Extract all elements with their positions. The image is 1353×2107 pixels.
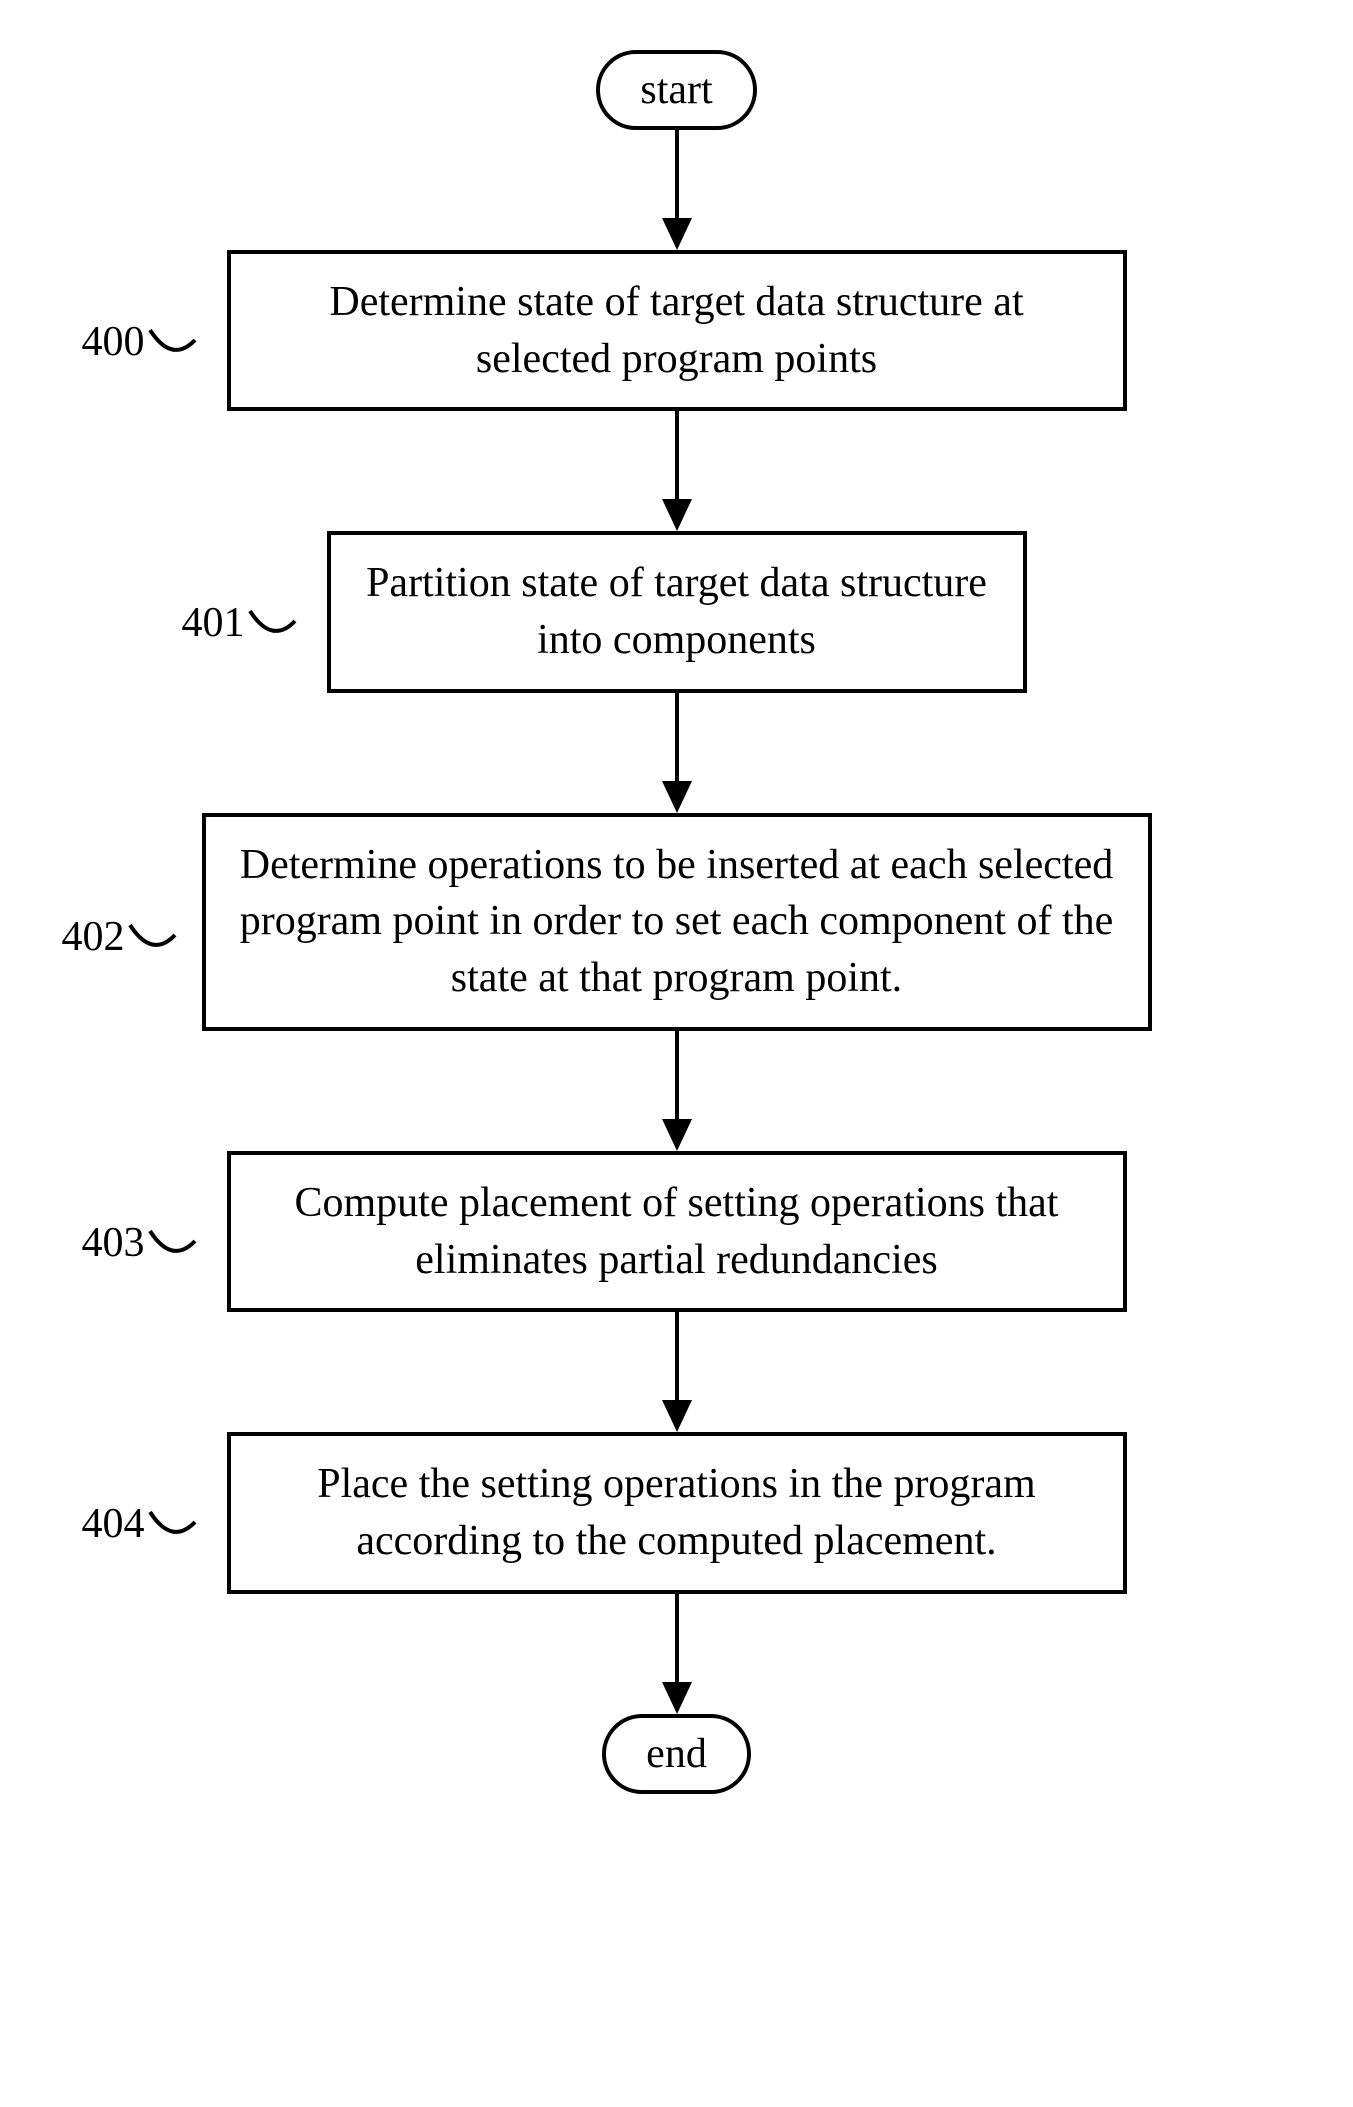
step-400-text: Determine state of target data structure… (261, 274, 1093, 387)
start-terminal: start (596, 50, 756, 130)
step-402: Determine operations to be inserted at e… (202, 813, 1152, 1031)
arrow (647, 130, 707, 250)
ref-400-text: 400 (82, 318, 145, 366)
arrow (647, 693, 707, 813)
start-label: start (640, 67, 712, 113)
step-402-text: Determine operations to be inserted at e… (236, 837, 1118, 1007)
ref-401: 401 (182, 599, 297, 647)
step-404: Place the setting operations in the prog… (227, 1432, 1127, 1593)
ref-404: 404 (82, 1500, 197, 1548)
ref-402-text: 402 (62, 913, 125, 961)
arrow (647, 411, 707, 531)
step-403: Compute placement of setting operations … (227, 1151, 1127, 1312)
flowchart: start 400 Determine state of target data… (0, 50, 1353, 1794)
step-401: Partition state of target data structure… (327, 531, 1027, 692)
ref-402: 402 (62, 913, 177, 961)
end-label: end (646, 1731, 707, 1777)
step-403-text: Compute placement of setting operations … (261, 1175, 1093, 1288)
step-400: Determine state of target data structure… (227, 250, 1127, 411)
arrow (647, 1031, 707, 1151)
arrow (647, 1312, 707, 1432)
step-404-text: Place the setting operations in the prog… (261, 1456, 1093, 1569)
ref-400: 400 (82, 318, 197, 366)
arrow (647, 1594, 707, 1714)
ref-404-text: 404 (82, 1500, 145, 1548)
end-terminal: end (602, 1714, 751, 1794)
ref-401-text: 401 (182, 599, 245, 647)
ref-403: 403 (82, 1219, 197, 1267)
step-401-text: Partition state of target data structure… (361, 555, 993, 668)
ref-403-text: 403 (82, 1219, 145, 1267)
